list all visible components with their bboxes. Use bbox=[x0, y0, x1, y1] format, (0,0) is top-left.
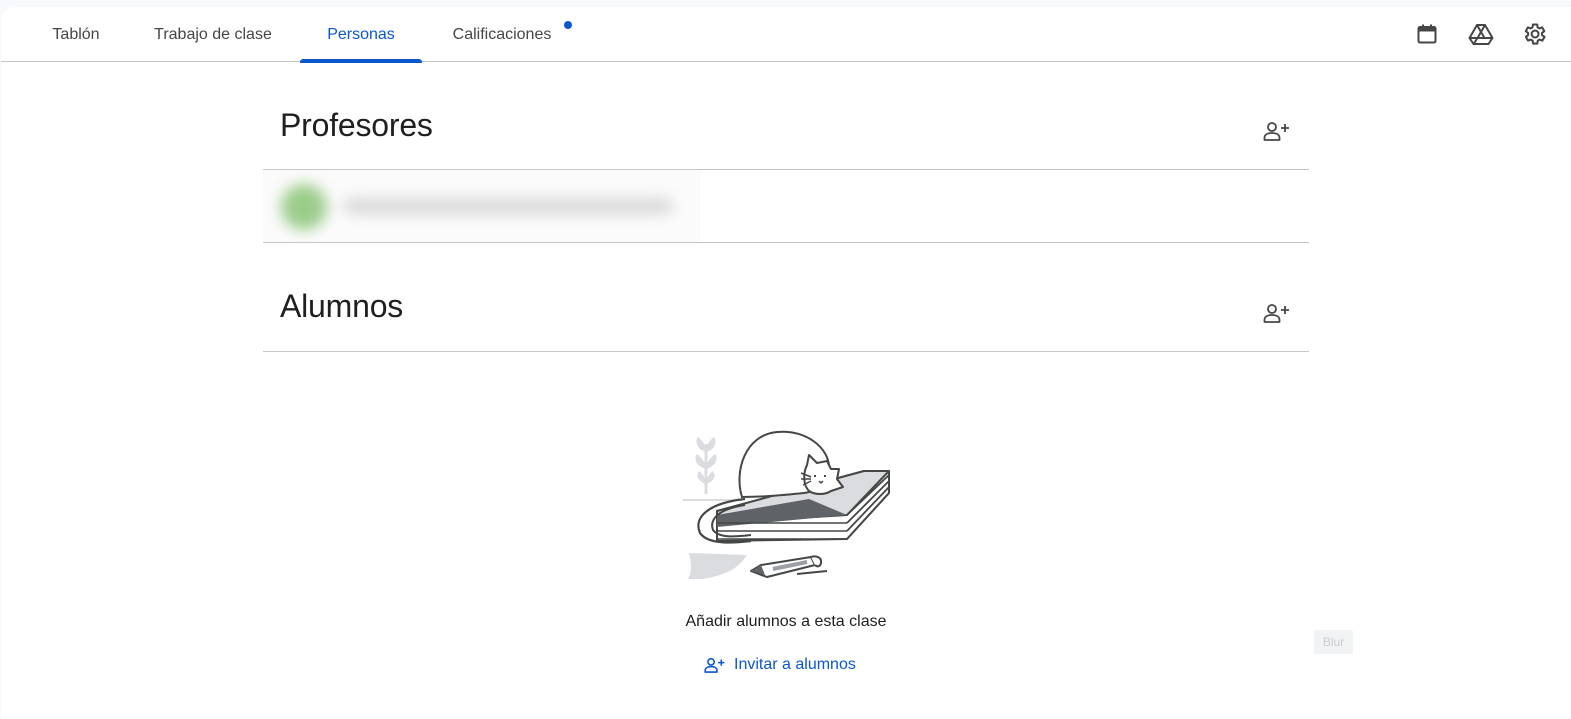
add-teacher-button[interactable] bbox=[1259, 113, 1295, 149]
top-nav-bar: Tablón Trabajo de clase Personas Calific… bbox=[1, 7, 1571, 63]
gear-icon[interactable] bbox=[1520, 20, 1548, 48]
tab-calificaciones[interactable]: Calificaciones bbox=[437, 7, 572, 62]
notification-dot bbox=[564, 21, 572, 29]
blur-overlay-label: Blur bbox=[1314, 630, 1353, 654]
page: Tablón Trabajo de clase Personas Calific… bbox=[1, 7, 1571, 719]
teacher-row-redacted bbox=[263, 170, 701, 243]
teachers-heading: Profesores bbox=[280, 107, 433, 143]
drive-icon[interactable] bbox=[1467, 20, 1495, 48]
invite-students-button[interactable]: Invitar a alumnos bbox=[704, 654, 856, 676]
empty-state-message: Añadir alumnos a esta clase bbox=[685, 613, 887, 630]
tab-label: Tablón bbox=[52, 25, 100, 43]
tab-label: Personas bbox=[327, 25, 395, 43]
students-heading: Alumnos bbox=[280, 288, 404, 324]
cat-on-books-illustration bbox=[683, 430, 890, 579]
invite-students-label: Invitar a alumnos bbox=[734, 656, 856, 673]
active-tab-indicator bbox=[300, 59, 422, 63]
tab-trabajo-de-clase[interactable]: Trabajo de clase bbox=[141, 7, 285, 62]
students-divider bbox=[263, 351, 1309, 352]
tab-personas[interactable]: Personas bbox=[300, 7, 422, 63]
tab-label: Calificaciones bbox=[452, 25, 552, 43]
add-person-icon bbox=[704, 657, 725, 673]
tab-tablon[interactable]: Tablón bbox=[35, 7, 117, 62]
teacher-name-redacted bbox=[343, 198, 673, 214]
add-person-icon bbox=[1263, 304, 1289, 323]
add-student-button[interactable] bbox=[1259, 295, 1295, 331]
tab-label: Trabajo de clase bbox=[154, 25, 272, 43]
add-person-icon bbox=[1263, 122, 1289, 141]
calendar-icon[interactable] bbox=[1413, 20, 1441, 48]
avatar bbox=[281, 184, 327, 230]
teacher-row-divider bbox=[263, 242, 1309, 243]
